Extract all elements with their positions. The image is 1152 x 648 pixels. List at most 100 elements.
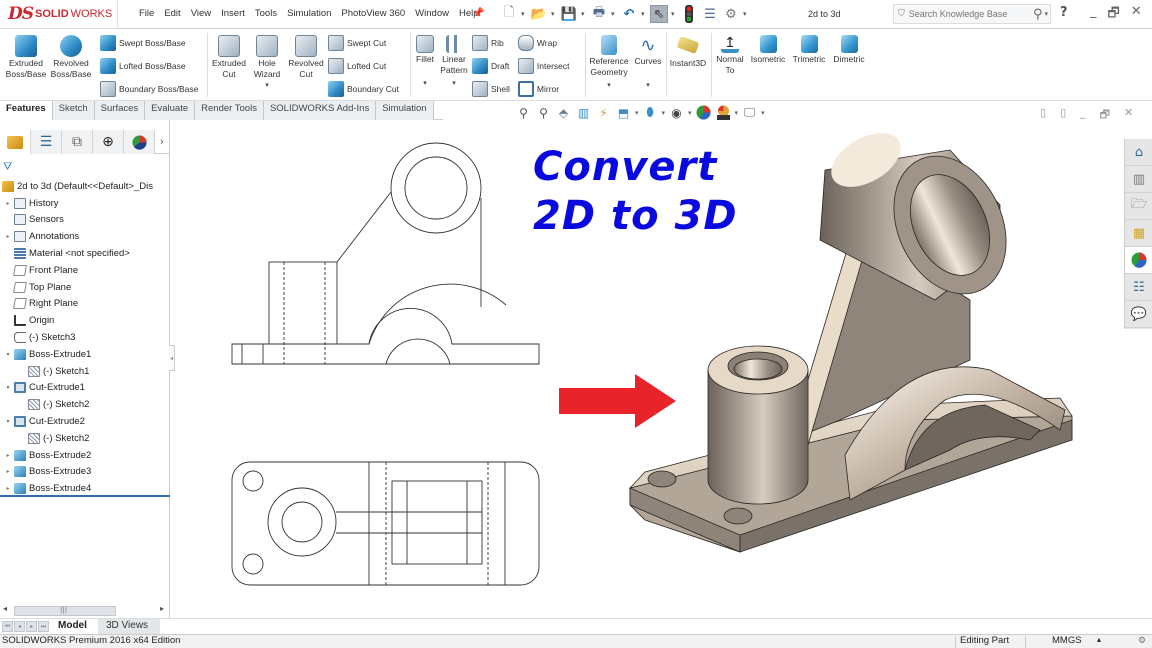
hide-show-dropdown[interactable]: ▾ — [688, 109, 692, 117]
tree-item[interactable]: Front Plane — [0, 262, 170, 279]
file-properties-icon[interactable]: ☰ — [701, 5, 719, 23]
unit-system-selector[interactable]: MMGS — [1052, 635, 1082, 646]
new-dropdown[interactable]: ▾ — [521, 10, 527, 18]
displaymanager-tab[interactable] — [124, 130, 155, 154]
filter-icon[interactable]: ⛛ — [3, 160, 12, 174]
tree-item[interactable]: Sensors — [0, 212, 170, 229]
more-tabs-chevron-icon[interactable]: › — [155, 130, 169, 153]
search-input[interactable] — [908, 9, 1019, 19]
expand-arrow-icon[interactable]: ▸ — [2, 233, 14, 240]
solidworks-resources-home-icon[interactable]: ⌂ — [1125, 139, 1152, 166]
tree-item[interactable]: 2d to 3d (Default<<Default>_Dis — [0, 178, 170, 195]
tree-item[interactable]: (-) Sketch2 — [0, 396, 170, 413]
curves-button[interactable]: ∿ Curves ▾ — [631, 29, 665, 101]
display-style-icon[interactable]: ⬮ — [642, 104, 659, 121]
reference-geometry-button[interactable]: Reference Geometry ▾ — [587, 29, 631, 101]
search-knowledge-base[interactable]: ⛉ ⚲ ▾ — [893, 4, 1051, 24]
tree-item[interactable]: Material <not specified> — [0, 245, 170, 262]
options-gear-icon[interactable]: ⚙ — [722, 5, 740, 23]
print-icon[interactable]: 🖶 — [590, 5, 608, 23]
revolved-cut-button[interactable]: Revolved Cut — [286, 29, 326, 101]
tree-item[interactable]: ▸ Boss-Extrude2 — [0, 447, 170, 464]
tree-item[interactable]: ▸ History — [0, 195, 170, 212]
menu-file[interactable]: File — [134, 8, 159, 19]
custom-properties-icon[interactable]: ☷ — [1125, 274, 1152, 301]
expand-arrow-icon[interactable]: ▸ — [2, 452, 14, 459]
isometric-button[interactable]: Isometric — [747, 29, 789, 101]
select-icon[interactable]: ⇖ — [650, 5, 668, 23]
rebuild-icon[interactable] — [680, 5, 698, 23]
model-tab[interactable]: Model — [50, 619, 95, 635]
dynamic-annotation-view-icon[interactable]: ⚡ — [595, 104, 612, 121]
tree-item[interactable]: (-) Sketch2 — [0, 430, 170, 447]
tab-features[interactable]: Features — [0, 101, 53, 120]
search-icon[interactable]: ⚲ — [1033, 7, 1045, 22]
linear-pattern-dropdown[interactable]: ▾ — [452, 78, 456, 89]
tree-item[interactable]: ▸ Boss-Extrude3 — [0, 464, 170, 481]
tab-render-tools[interactable]: Render Tools — [195, 101, 264, 120]
linear-pattern-button[interactable]: Linear Pattern ▾ — [438, 29, 470, 101]
dimxpertmanager-tab[interactable]: ⊕ — [93, 130, 124, 154]
view-settings-dropdown[interactable]: ▾ — [761, 109, 765, 117]
viewport-close-button[interactable]: ✕ — [1124, 106, 1133, 125]
save-dropdown[interactable]: ▾ — [581, 10, 587, 18]
viewport-restore-button[interactable]: 🗗 — [1100, 106, 1110, 125]
solidworks-logo[interactable]: DS SOLID WORKS — [0, 0, 118, 29]
close-button[interactable]: ✕ — [1131, 4, 1142, 26]
fillet-dropdown[interactable]: ▾ — [423, 78, 427, 89]
draft-button[interactable]: Draft — [472, 57, 510, 74]
fillet-button[interactable]: Fillet ▾ — [412, 29, 438, 101]
pin-menu-icon[interactable]: 📌 — [472, 8, 484, 19]
edit-appearance-icon[interactable] — [695, 104, 712, 121]
tab-simulation[interactable]: Simulation — [376, 101, 434, 120]
tab-surfaces[interactable]: Surfaces — [94, 101, 146, 120]
save-icon[interactable]: 💾 — [560, 5, 578, 23]
wrap-button[interactable]: Wrap — [517, 34, 570, 51]
menu-photoview[interactable]: PhotoView 360 — [336, 8, 410, 19]
expand-arrow-icon[interactable]: ▾ — [2, 418, 14, 425]
open-dropdown[interactable]: ▾ — [551, 10, 557, 18]
menu-edit[interactable]: Edit — [159, 8, 185, 19]
swept-boss-button[interactable]: Swept Boss/Base — [100, 34, 198, 51]
unit-system-dropdown[interactable]: ▴ — [1097, 635, 1101, 644]
swept-cut-button[interactable]: Swept Cut — [328, 34, 399, 51]
tree-rollback-bar[interactable] — [0, 495, 170, 497]
menu-window[interactable]: Window — [410, 8, 454, 19]
tree-item[interactable]: ▾ Boss-Extrude1 — [0, 346, 170, 363]
apply-scene-dropdown[interactable]: ▾ — [735, 109, 739, 117]
lofted-cut-button[interactable]: Lofted Cut — [328, 57, 399, 74]
undo-dropdown[interactable]: ▾ — [641, 10, 647, 18]
boundary-boss-button[interactable]: Boundary Boss/Base — [100, 80, 198, 97]
select-dropdown[interactable]: ▾ — [671, 10, 677, 18]
design-library-icon[interactable]: ▥ — [1125, 166, 1152, 193]
next-tab-arrow-icon[interactable]: ▸ — [26, 621, 37, 632]
view-orientation-dropdown[interactable]: ▾ — [635, 109, 639, 117]
menu-view[interactable]: View — [186, 8, 216, 19]
lofted-boss-button[interactable]: Lofted Boss/Base — [100, 57, 198, 74]
expand-arrow-icon[interactable]: ▾ — [2, 384, 14, 391]
view-settings-icon[interactable]: 🖵 — [741, 104, 758, 121]
graphics-area[interactable]: Convert 2D to 3D — [175, 120, 1112, 618]
tree-item[interactable]: Origin — [0, 312, 170, 329]
zoom-to-area-icon[interactable]: ⚲ — [535, 104, 552, 121]
trimetric-button[interactable]: Trimetric — [789, 29, 829, 101]
undo-icon[interactable]: ↶ — [620, 5, 638, 23]
panel-collapse-handle[interactable]: ◂ — [169, 345, 175, 371]
options-dropdown[interactable]: ▾ — [743, 10, 749, 18]
search-scope-icon[interactable]: ⛉ — [898, 9, 905, 19]
tree-item[interactable]: (-) Sketch3 — [0, 329, 170, 346]
minimize-button[interactable]: _ — [1090, 4, 1097, 26]
open-icon[interactable]: 📂 — [530, 5, 548, 23]
tree-item[interactable]: Right Plane — [0, 296, 170, 313]
apply-scene-icon[interactable] — [715, 104, 732, 121]
section-view-icon[interactable]: ▥ — [575, 104, 592, 121]
status-options-icon[interactable]: ⚙ — [1138, 635, 1146, 646]
normal-to-button[interactable]: ↥ Normal To — [713, 29, 747, 101]
instant3d-button[interactable]: Instant3D — [668, 29, 708, 101]
zoom-to-fit-icon[interactable]: ⚲ — [515, 104, 532, 121]
split-right-icon[interactable]: ▯ — [1060, 106, 1066, 125]
rib-button[interactable]: Rib — [472, 34, 510, 51]
expand-arrow-icon[interactable]: ▸ — [2, 468, 14, 475]
revolved-boss-button[interactable]: Revolved Boss/Base — [48, 29, 94, 101]
print-dropdown[interactable]: ▾ — [611, 10, 617, 18]
